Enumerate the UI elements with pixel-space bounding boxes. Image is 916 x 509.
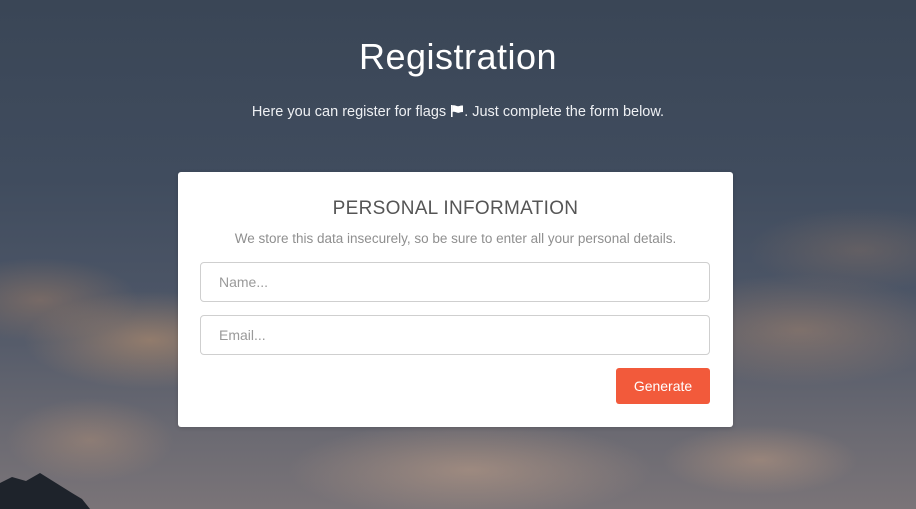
email-field[interactable] xyxy=(200,315,710,355)
card-description: We store this data insecurely, so be sur… xyxy=(234,231,677,246)
flag-icon xyxy=(450,104,464,122)
subtitle-text-start: Here you can register for flags xyxy=(251,104,451,120)
page-content: Registration Here you can register for f… xyxy=(0,0,916,509)
subtitle-text-end: . Just complete the form below. xyxy=(464,104,665,120)
registration-card: PERSONAL INFORMATION We store this data … xyxy=(178,172,733,427)
card-heading: PERSONAL INFORMATION xyxy=(332,198,579,219)
page-title: Registration xyxy=(358,36,558,77)
generate-button[interactable]: Generate xyxy=(616,368,710,404)
name-field[interactable] xyxy=(200,262,710,302)
page-subtitle: Here you can register for flags . Just c… xyxy=(0,104,916,122)
